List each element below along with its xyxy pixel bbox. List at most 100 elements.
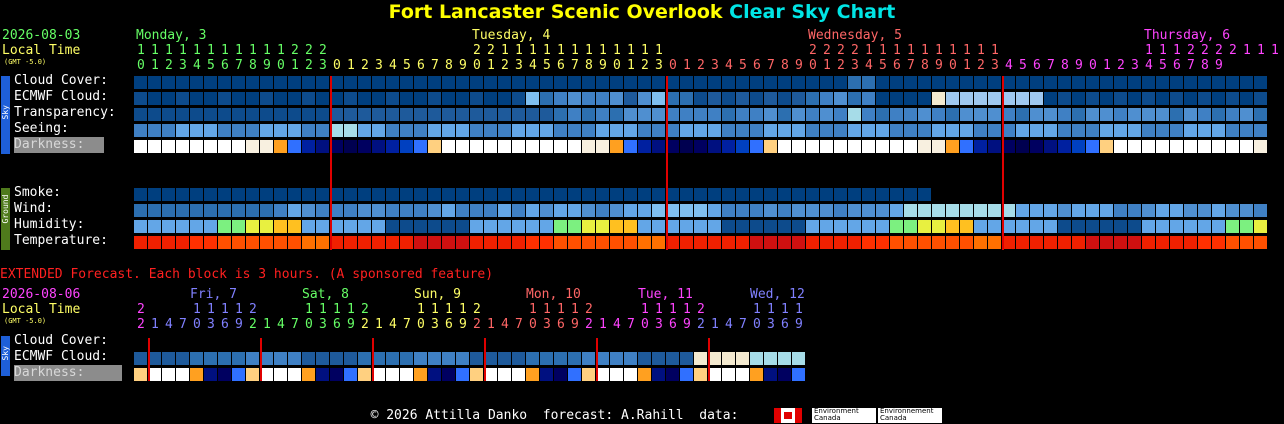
seeing-cell xyxy=(1016,124,1029,137)
transparency-cell xyxy=(274,108,287,121)
humidity-cell xyxy=(162,220,175,233)
cloud-cell xyxy=(428,76,441,89)
wind-cell xyxy=(512,204,525,217)
wind-cell xyxy=(1212,204,1225,217)
darkness-cell xyxy=(862,140,875,153)
transparency-cell xyxy=(176,108,189,121)
transparency-cell xyxy=(1142,108,1155,121)
wind-cell xyxy=(736,204,749,217)
humidity-cell xyxy=(722,220,735,233)
ecmwf-cell xyxy=(1114,92,1127,105)
transparency-cell xyxy=(1170,108,1183,121)
darkness-cell xyxy=(974,140,987,153)
ext-darkness-cell xyxy=(428,368,441,381)
darkness-cell xyxy=(176,140,189,153)
ecmwf-cell xyxy=(680,92,693,105)
humidity-cell xyxy=(988,220,1001,233)
ecmwf-cell xyxy=(288,92,301,105)
cloud-cell xyxy=(302,76,315,89)
wind-cell xyxy=(428,204,441,217)
darkness-cell xyxy=(1156,140,1169,153)
midnight-line xyxy=(1002,76,1004,250)
ext-darkness-cell xyxy=(400,368,413,381)
darkness-cell xyxy=(302,140,315,153)
ext-cloud-cell xyxy=(582,352,595,365)
seeing-cell xyxy=(960,124,973,137)
wind-cell xyxy=(792,204,805,217)
wind-cell xyxy=(610,204,623,217)
seeing-cell xyxy=(470,124,483,137)
environnement-canada-logo[interactable]: Environnement Canada xyxy=(878,408,942,423)
temperature-cell xyxy=(218,236,231,249)
temperature-cell xyxy=(512,236,525,249)
darkness-cell xyxy=(904,140,917,153)
ext-darkness-cell xyxy=(344,368,357,381)
temperature-cell xyxy=(1030,236,1043,249)
darkness-cell xyxy=(204,140,217,153)
cloud-cell xyxy=(904,76,917,89)
ecmwf-cell xyxy=(540,92,553,105)
ecmwf-cell xyxy=(652,92,665,105)
smoke-cell xyxy=(862,188,875,201)
darkness-cell xyxy=(596,140,609,153)
cloud-cell xyxy=(414,76,427,89)
transparency-cell xyxy=(1030,108,1043,121)
ecmwf-cell xyxy=(806,92,819,105)
ecmwf-cell xyxy=(1198,92,1211,105)
seeing-cell xyxy=(1254,124,1267,137)
wind-cell xyxy=(876,204,889,217)
darkness-cell xyxy=(1184,140,1197,153)
seeing-cell xyxy=(638,124,651,137)
seeing-cell xyxy=(204,124,217,137)
ext-darkness-cell xyxy=(736,368,749,381)
wind-cell xyxy=(890,204,903,217)
transparency-cell xyxy=(288,108,301,121)
smoke-cell xyxy=(470,188,483,201)
seeing-cell xyxy=(540,124,553,137)
seeing-cell xyxy=(708,124,721,137)
temperature-cell xyxy=(708,236,721,249)
wind-cell xyxy=(1016,204,1029,217)
humidity-cell xyxy=(750,220,763,233)
temperature-cell xyxy=(190,236,203,249)
humidity-cell xyxy=(820,220,833,233)
ecmwf-cell xyxy=(358,92,371,105)
humidity-cell xyxy=(1142,220,1155,233)
smoke-cell xyxy=(218,188,231,201)
ext-darkness-cell xyxy=(540,368,553,381)
humidity-cell xyxy=(1156,220,1169,233)
humidity-cell xyxy=(288,220,301,233)
ext-darkness-cell xyxy=(204,368,217,381)
seeing-cell xyxy=(1170,124,1183,137)
seeing-cell xyxy=(652,124,665,137)
cloud-cell xyxy=(680,76,693,89)
transparency-cell xyxy=(848,108,861,121)
transparency-cell xyxy=(162,108,175,121)
darkness-cell xyxy=(792,140,805,153)
cloud-cell xyxy=(288,76,301,89)
seeing-cell xyxy=(302,124,315,137)
smoke-cell xyxy=(386,188,399,201)
cloud-cell xyxy=(176,76,189,89)
ecmwf-cell xyxy=(568,92,581,105)
darkness-cell xyxy=(456,140,469,153)
seeing-cell xyxy=(442,124,455,137)
wind-cell xyxy=(806,204,819,217)
seeing-cell xyxy=(1086,124,1099,137)
cloud-cell xyxy=(246,76,259,89)
smoke-cell xyxy=(484,188,497,201)
darkness-cell xyxy=(1058,140,1071,153)
environment-canada-logo[interactable]: Environment Canada xyxy=(812,408,876,423)
darkness-cell xyxy=(750,140,763,153)
canada-flag-icon[interactable] xyxy=(774,408,802,423)
wind-cell xyxy=(414,204,427,217)
darkness-cell xyxy=(1170,140,1183,153)
ext-cloud-cell xyxy=(134,352,147,365)
ext-darkness-cell xyxy=(246,368,259,381)
wind-cell xyxy=(946,204,959,217)
ext-darkness-cell xyxy=(722,368,735,381)
ext-darkness-cell xyxy=(680,368,693,381)
humidity-cell xyxy=(302,220,315,233)
seeing-cell xyxy=(484,124,497,137)
darkness-cell xyxy=(218,140,231,153)
